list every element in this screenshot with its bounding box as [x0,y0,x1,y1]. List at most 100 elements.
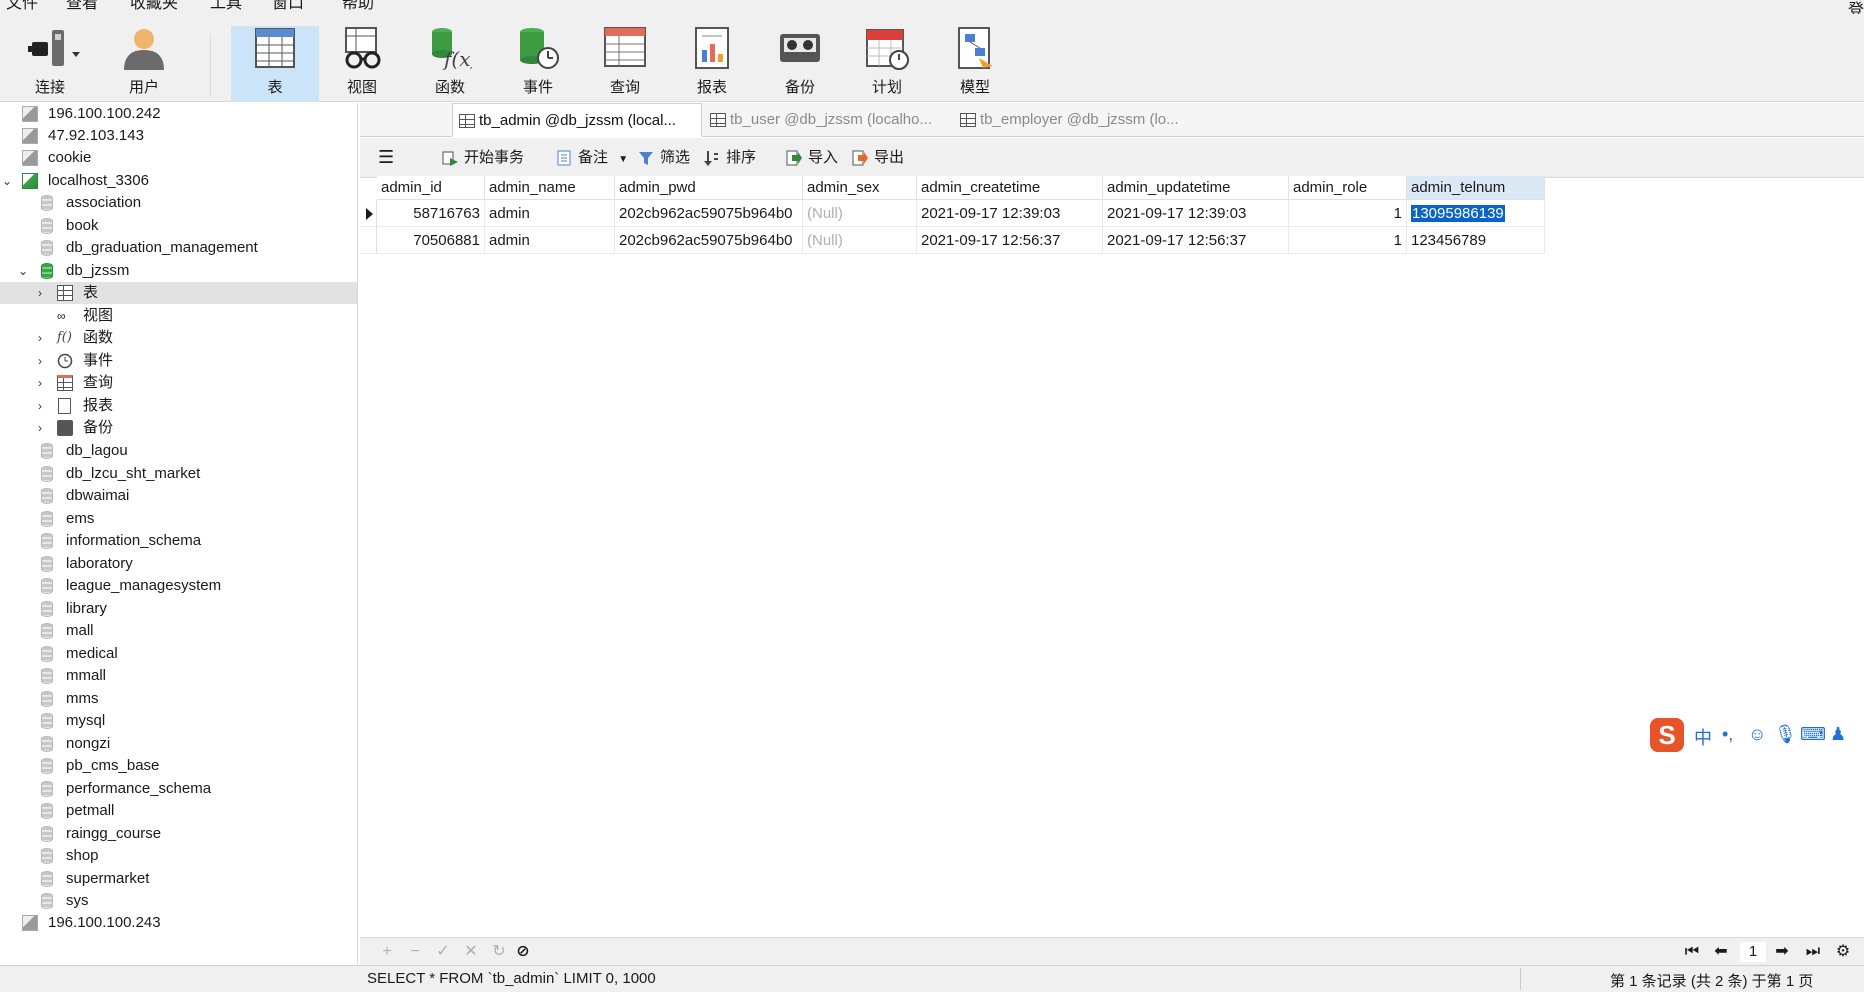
grid-cell-admin_telnum[interactable]: 13095986139 [1407,200,1545,227]
sort-button[interactable]: 排序 [702,146,756,170]
tree-db-node[interactable]: dbwaimai [0,485,357,507]
tree-db-node[interactable]: laboratory [0,553,357,575]
tree-tables-node[interactable]: › 表 [0,282,357,304]
tree-db-node[interactable]: mms [0,688,357,710]
column-header-admin_telnum[interactable]: admin_telnum [1407,176,1545,200]
tree-db-node[interactable]: db_graduation_management [0,237,357,259]
tree-views-node[interactable]: ∞ 视图 [0,305,357,327]
tree-db-node[interactable]: sys [0,890,357,912]
tree-server-localhost[interactable]: ⌄ localhost_3306 [0,170,357,192]
grid-cell-admin_name[interactable]: admin [485,200,615,227]
chevron-right-icon[interactable]: › [38,400,48,412]
tree-functions-node[interactable]: › f() 函数 [0,327,357,349]
tree-server-node[interactable]: 196.100.100.242 [0,103,357,125]
grid-cell-admin_createtime[interactable]: 2021-09-17 12:56:37 [917,227,1103,254]
chevron-right-icon[interactable]: › [38,287,48,299]
refresh-button[interactable]: ↻ [488,941,510,963]
toolbar-function-button[interactable]: f(x) 函数 [406,26,494,102]
toolbar-query-button[interactable]: 查询 [581,26,669,102]
discard-changes-button[interactable]: ✕ [460,941,482,963]
import-button[interactable]: 导入 [784,146,838,170]
grid-cell-admin_createtime[interactable]: 2021-09-17 12:39:03 [917,200,1103,227]
column-header-admin_sex[interactable]: admin_sex [803,176,917,200]
ime-logo[interactable]: S [1650,718,1684,752]
row-selector[interactable] [361,200,377,227]
menu-help[interactable]: 帮助 [342,0,374,12]
grid-cell-admin_pwd[interactable]: 202cb962ac59075b964b0 [615,227,803,254]
tree-db-node[interactable]: medical [0,643,357,665]
column-header-admin_id[interactable]: admin_id [377,176,485,200]
toolbar-connect-button[interactable]: 连接 [6,26,94,102]
first-page-button[interactable]: ⏮ [1681,941,1703,963]
hamburger-menu-icon[interactable]: ☰ [378,148,394,166]
toolbar-backup-button[interactable]: 备份 [756,26,844,102]
tree-events-node[interactable]: › 事件 [0,350,357,372]
grid-cell-admin_pwd[interactable]: 202cb962ac59075b964b0 [615,200,803,227]
toolbar-user-button[interactable]: 用户 [100,26,188,102]
grid-cell-admin_id[interactable]: 70506881 [377,227,485,254]
tree-db-node[interactable]: ems [0,508,357,530]
chevron-down-icon[interactable]: ⌄ [18,265,28,277]
grid-cell-admin_updatetime[interactable]: 2021-09-17 12:39:03 [1103,200,1289,227]
chevron-right-icon[interactable]: › [38,355,48,367]
column-header-admin_updatetime[interactable]: admin_updatetime [1103,176,1289,200]
column-header-admin_pwd[interactable]: admin_pwd [615,176,803,200]
grid-cell-admin_sex[interactable]: (Null) [803,200,917,227]
tree-db-node[interactable]: league_managesystem [0,575,357,597]
tree-db-node[interactable]: book [0,215,357,237]
delete-record-button[interactable]: − [404,941,426,963]
apply-changes-button[interactable]: ✓ [432,941,454,963]
grid-cell-admin_sex[interactable]: (Null) [803,227,917,254]
add-record-button[interactable]: + [376,941,398,963]
page-number-input[interactable]: 1 [1740,942,1766,962]
tree-db-node[interactable]: information_schema [0,530,357,552]
tree-server-node[interactable]: 47.92.103.143 [0,125,357,147]
menu-window[interactable]: 窗口 [272,0,304,12]
keyboard-icon[interactable]: ⌨ [1800,724,1826,745]
chevron-right-icon[interactable]: › [38,422,48,434]
chevron-down-icon[interactable]: ▼ [618,154,628,165]
prev-page-button[interactable]: ⬅ [1710,941,1732,963]
tree-db-node[interactable]: petmall [0,800,357,822]
toolbar-schedule-button[interactable]: 计划 [843,26,931,102]
tree-db-node[interactable]: supermarket [0,868,357,890]
stop-icon[interactable]: ⊘ [512,941,534,963]
begin-transaction-button[interactable]: 开始事务 [440,146,524,170]
tab-tb-admin[interactable]: tb_admin @db_jzssm (local... [452,103,702,137]
tree-db-node[interactable]: pb_cms_base [0,755,357,777]
last-page-button[interactable]: ⏭ [1802,941,1824,963]
tree-reports-node[interactable]: › 报表 [0,395,357,417]
tree-db-node[interactable]: mysql [0,710,357,732]
next-page-button[interactable]: ➡ [1771,941,1793,963]
tree-db-node[interactable]: library [0,598,357,620]
gear-icon[interactable]: ⚙ [1832,941,1854,963]
tree-backups-node[interactable]: › 备份 [0,417,357,439]
tab-tb-employer[interactable]: tb_employer @db_jzssm (lo... [954,103,1204,137]
menu-view[interactable]: 查看 [66,0,98,12]
chevron-right-icon[interactable]: › [38,377,48,389]
note-button[interactable]: 备注 ▼ [554,146,628,170]
user-service-icon[interactable]: ♟ [1830,724,1846,745]
microphone-icon[interactable]: 🎙 [1774,724,1797,745]
chevron-down-icon[interactable]: ⌄ [2,175,12,187]
tree-server-node[interactable]: 196.100.100.243 [0,912,357,934]
toolbar-view-button[interactable]: 视图 [318,26,406,102]
menu-tools[interactable]: 工具 [210,0,242,12]
column-header-admin_role[interactable]: admin_role [1289,176,1407,200]
grid-cell-admin_role[interactable]: 1 [1289,227,1407,254]
menu-file[interactable]: 文件 [6,0,38,12]
tree-db-node[interactable]: mall [0,620,357,642]
toolbar-report-button[interactable]: 报表 [668,26,756,102]
tree-db-jzssm[interactable]: ⌄ db_jzssm [0,260,357,282]
tree-db-node[interactable]: association [0,192,357,214]
tree-db-node[interactable]: db_lagou [0,440,357,462]
grid-cell-admin_updatetime[interactable]: 2021-09-17 12:56:37 [1103,227,1289,254]
tree-server-node[interactable]: cookie [0,147,357,169]
ime-punctuation[interactable]: •, [1722,724,1733,745]
export-button[interactable]: 导出 [850,146,904,170]
grid-cell-admin_telnum[interactable]: 123456789 [1407,227,1545,254]
chevron-right-icon[interactable]: › [38,332,48,344]
column-header-admin_name[interactable]: admin_name [485,176,615,200]
tab-tb-user[interactable]: tb_user @db_jzssm (localho... [704,103,950,137]
menu-favorites[interactable]: 收藏夹 [130,0,178,12]
